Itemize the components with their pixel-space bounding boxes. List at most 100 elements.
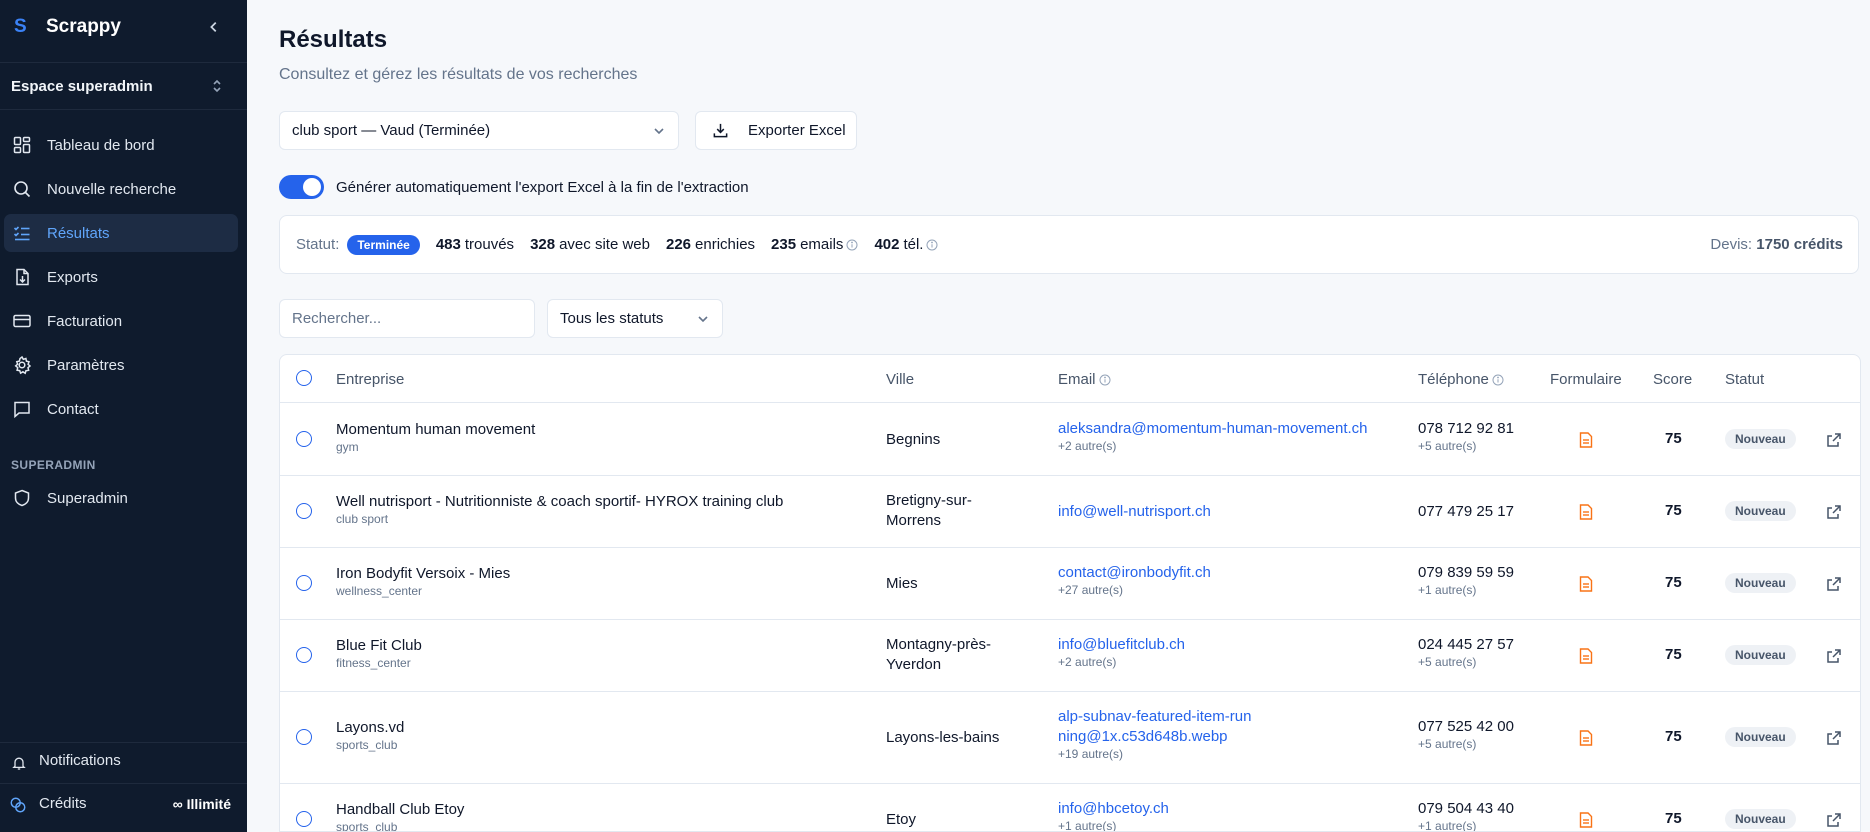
email-more: +27 autre(s) — [1058, 583, 1124, 597]
credit-card-icon — [12, 311, 32, 331]
col-status[interactable]: Statut — [1725, 371, 1764, 388]
email-link[interactable]: info@hbcetoy.ch — [1058, 799, 1169, 819]
table-row[interactable]: Handball Club Etoy sports_club Etoy info… — [280, 784, 1860, 832]
phone-more: +5 autre(s) — [1418, 439, 1477, 453]
sidebar-item-superadmin[interactable]: Superadmin — [4, 479, 238, 517]
info-icon[interactable] — [926, 239, 938, 251]
city-cell: Mies — [886, 575, 918, 592]
external-link-icon[interactable] — [1826, 432, 1842, 448]
external-link-icon[interactable] — [1826, 504, 1842, 520]
col-score[interactable]: Score — [1653, 371, 1692, 388]
company-name: Handball Club Etoy — [336, 801, 465, 818]
form-document-icon[interactable] — [1579, 432, 1593, 448]
sidebar: S Scrappy Espace superadmin Tableau de b… — [0, 0, 247, 832]
email-link[interactable]: contact@ironbodyfit.ch — [1058, 563, 1211, 583]
brand[interactable]: S Scrappy — [14, 14, 121, 40]
phone-number: 024 445 27 57 — [1418, 636, 1514, 653]
form-document-icon[interactable] — [1579, 576, 1593, 592]
row-status-badge: Nouveau — [1725, 727, 1796, 747]
shield-icon — [12, 488, 32, 508]
email-cell: info@hbcetoy.ch +1 autre(s) — [1058, 799, 1169, 831]
row-checkbox[interactable] — [296, 575, 312, 591]
phone-number: 077 525 42 00 — [1418, 718, 1514, 735]
company-category: club sport — [336, 512, 389, 526]
email-link[interactable]: aleksandra@momentum-human-movement.ch — [1058, 419, 1368, 439]
status-filter-select[interactable]: Tous les statuts — [547, 299, 723, 338]
phone-number: 077 479 25 17 — [1418, 503, 1514, 520]
info-icon[interactable] — [1492, 374, 1504, 386]
info-icon[interactable] — [846, 239, 858, 251]
workspace-switcher[interactable]: Espace superadmin — [0, 62, 247, 110]
sidebar-item-label: Tableau de bord — [47, 136, 155, 154]
table-row[interactable]: Momentum human movement gym Begnins alek… — [280, 404, 1860, 476]
sidebar-item-new-search[interactable]: Nouvelle recherche — [4, 170, 238, 208]
city-cell: Montagny-près-Yverdon — [886, 636, 992, 673]
email-link[interactable]: info@well-nutrisport.ch — [1058, 502, 1211, 522]
collapse-sidebar-icon[interactable] — [203, 14, 225, 40]
external-link-icon[interactable] — [1826, 648, 1842, 664]
section-label-superadmin: SUPERADMIN — [11, 458, 96, 472]
row-checkbox[interactable] — [296, 503, 312, 519]
col-email[interactable]: Email — [1058, 371, 1111, 388]
row-status-badge: Nouveau — [1725, 809, 1796, 829]
email-cell: aleksandra@momentum-human-movement.ch +2… — [1058, 419, 1368, 454]
row-checkbox[interactable] — [296, 431, 312, 447]
page-subtitle: Consultez et gérez les résultats de vos … — [279, 66, 638, 83]
company-category: wellness_center — [336, 584, 423, 598]
main-content: Résultats Consultez et gérez les résulta… — [247, 0, 1870, 832]
phone-more: +1 autre(s) — [1418, 819, 1477, 832]
select-all-checkbox[interactable] — [296, 370, 312, 386]
notifications-link[interactable]: Notifications — [0, 742, 247, 778]
email-cell: info@well-nutrisport.ch — [1058, 502, 1211, 522]
sidebar-item-billing[interactable]: Facturation — [4, 302, 238, 340]
company-name: Layons.vd — [336, 719, 405, 736]
table-row[interactable]: Iron Bodyfit Versoix - Mies wellness_cen… — [280, 548, 1860, 620]
row-status-badge: Nouveau — [1725, 573, 1796, 593]
external-link-icon[interactable] — [1826, 812, 1842, 828]
row-checkbox[interactable] — [296, 647, 312, 663]
email-more: +19 autre(s) — [1058, 747, 1124, 761]
form-document-icon[interactable] — [1579, 730, 1593, 746]
results-search-input[interactable] — [279, 299, 535, 338]
external-link-icon[interactable] — [1826, 730, 1842, 746]
company-cell: Layons.vd sports_club — [336, 718, 404, 753]
col-form[interactable]: Formulaire — [1550, 371, 1622, 388]
auto-export-row: Générer automatiquement l'export Excel à… — [279, 175, 749, 199]
sidebar-item-results[interactable]: Résultats — [4, 214, 238, 252]
row-checkbox[interactable] — [296, 729, 312, 745]
auto-export-toggle[interactable] — [279, 175, 324, 199]
stat-phones: 402 tél. — [874, 236, 938, 253]
export-excel-label: Exporter Excel — [748, 122, 846, 139]
results-table: Entreprise Ville Email Téléphone Formula… — [279, 354, 1861, 832]
sidebar-item-exports[interactable]: Exports — [4, 258, 238, 296]
table-row[interactable]: Well nutrisport - Nutritionniste & coach… — [280, 476, 1860, 548]
phone-cell: 024 445 27 57 +5 autre(s) — [1418, 635, 1514, 670]
row-status-badge: Nouveau — [1725, 501, 1796, 521]
company-category: gym — [336, 440, 359, 454]
email-link[interactable]: info@bluefitclub.ch — [1058, 635, 1185, 655]
company-category: fitness_center — [336, 656, 411, 670]
form-document-icon[interactable] — [1579, 648, 1593, 664]
email-link[interactable]: alp-subnav-featured-item-running@1x.c53d… — [1058, 707, 1258, 747]
sidebar-item-dashboard[interactable]: Tableau de bord — [4, 126, 238, 164]
email-more: +2 autre(s) — [1058, 439, 1117, 453]
col-city[interactable]: Ville — [886, 371, 914, 388]
col-phone[interactable]: Téléphone — [1418, 371, 1504, 388]
sidebar-item-contact[interactable]: Contact — [4, 390, 238, 428]
export-excel-button[interactable]: Exporter Excel — [695, 111, 857, 150]
form-document-icon[interactable] — [1579, 504, 1593, 520]
company-name: Momentum human movement — [336, 421, 536, 438]
col-company[interactable]: Entreprise — [336, 371, 404, 388]
city-cell: Begnins — [886, 431, 941, 448]
auto-export-label: Générer automatiquement l'export Excel à… — [336, 178, 749, 196]
form-document-icon[interactable] — [1579, 812, 1593, 828]
credits-row[interactable]: Crédits ∞ Illimité — [0, 783, 247, 823]
table-row[interactable]: Blue Fit Club fitness_center Montagny-pr… — [280, 620, 1860, 692]
table-row[interactable]: Layons.vd sports_club Layons-les-bains a… — [280, 692, 1860, 784]
row-checkbox[interactable] — [296, 811, 312, 827]
sidebar-item-settings[interactable]: Paramètres — [4, 346, 238, 384]
search-select[interactable]: club sport — Vaud (Terminée) — [279, 111, 679, 150]
external-link-icon[interactable] — [1826, 576, 1842, 592]
info-icon[interactable] — [1099, 374, 1111, 386]
sidebar-item-label: Contact — [47, 400, 99, 418]
